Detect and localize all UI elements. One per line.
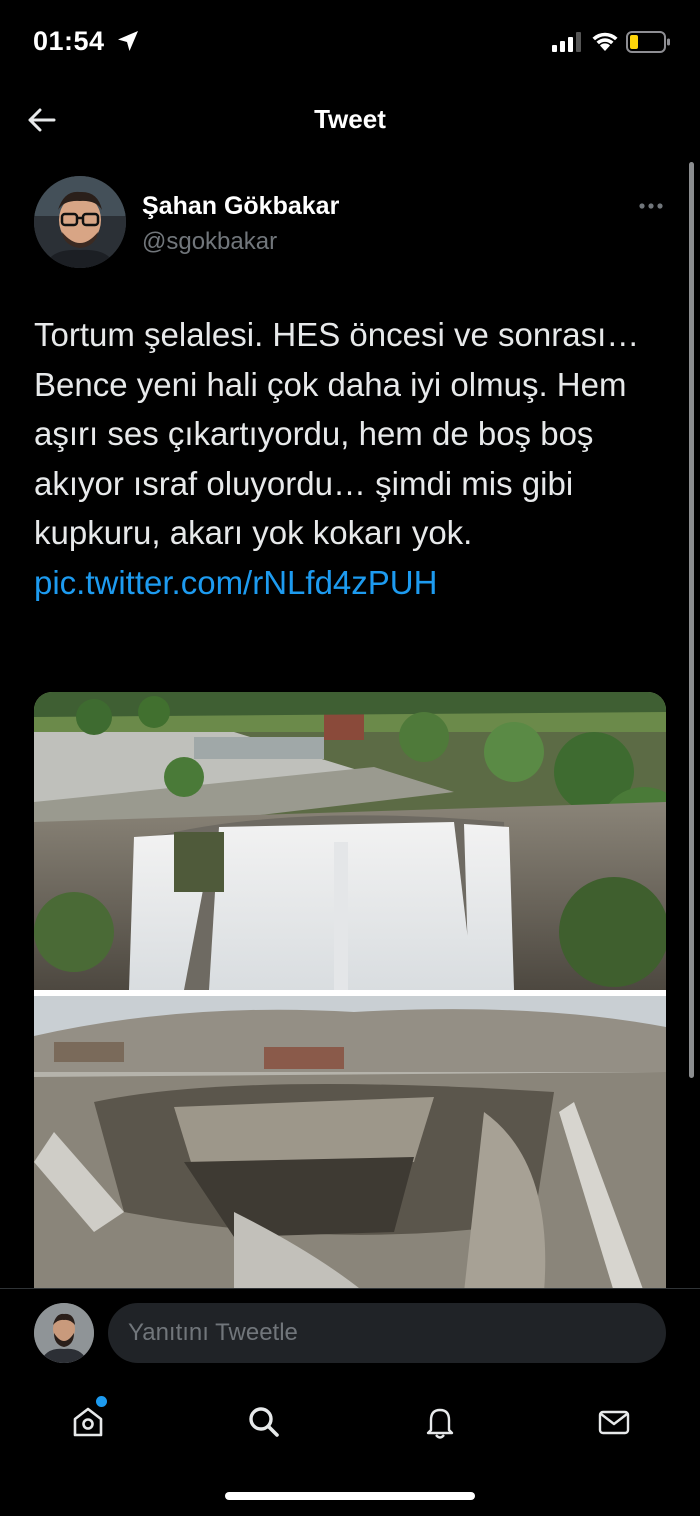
tweet-link[interactable]: pic.twitter.com/rNLfd4zPUH bbox=[34, 564, 437, 601]
wifi-icon bbox=[592, 32, 618, 51]
home-icon bbox=[73, 1407, 103, 1437]
unread-dot bbox=[96, 1396, 107, 1407]
author-avatar[interactable] bbox=[34, 176, 126, 268]
tweet-body: Tortum şelalesi. HES öncesi ve sonrası… … bbox=[34, 316, 640, 552]
user-avatar[interactable] bbox=[34, 1303, 94, 1363]
scrollbar[interactable] bbox=[689, 162, 694, 1078]
bell-icon bbox=[426, 1408, 454, 1439]
tweet-text: Tortum şelalesi. HES öncesi ve sonrası… … bbox=[34, 310, 674, 608]
top-navigation-bar: Tweet bbox=[0, 86, 700, 156]
reply-input[interactable] bbox=[108, 1303, 666, 1363]
user-avatar-image bbox=[34, 1303, 94, 1363]
avatar-image bbox=[34, 176, 126, 268]
more-horizontal-icon[interactable] bbox=[636, 196, 666, 216]
location-arrow-icon bbox=[118, 31, 138, 51]
tab-messages[interactable] bbox=[584, 1394, 644, 1446]
author-name[interactable]: Şahan Gökbakar bbox=[142, 192, 339, 221]
status-time: 01:54 bbox=[33, 26, 105, 56]
battery-icon bbox=[626, 31, 670, 53]
bottom-tab-bar bbox=[0, 1380, 700, 1516]
tweet-media[interactable] bbox=[34, 692, 666, 1292]
waterfall-before-after-image bbox=[34, 692, 666, 1292]
tab-home[interactable] bbox=[58, 1394, 118, 1446]
screen: 01:54 Tweet Şahan Gökbakar @sgokbakar To… bbox=[0, 0, 700, 1516]
page-title: Tweet bbox=[314, 104, 386, 134]
cellular-signal-icon bbox=[552, 32, 581, 52]
search-icon bbox=[249, 1407, 279, 1437]
reply-bar bbox=[0, 1288, 700, 1379]
mail-icon bbox=[598, 1410, 630, 1435]
tab-search[interactable] bbox=[234, 1394, 294, 1446]
tab-notifications[interactable] bbox=[410, 1394, 470, 1446]
author-handle[interactable]: @sgokbakar bbox=[142, 228, 277, 256]
status-bar: 01:54 bbox=[0, 0, 700, 86]
home-indicator[interactable] bbox=[225, 1492, 475, 1500]
